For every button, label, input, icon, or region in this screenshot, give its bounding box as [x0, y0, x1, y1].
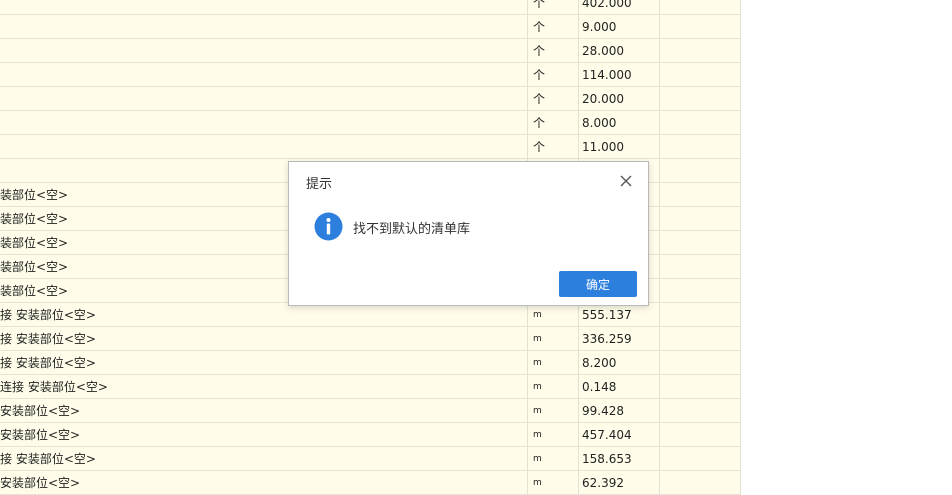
table-row[interactable]: 接 安装部位<空> m 555.137 — [0, 303, 741, 327]
table-row[interactable]: 接 安装部位<空> m 336.259 — [0, 327, 741, 351]
quantity-cell[interactable]: 11.000 — [579, 135, 660, 159]
item-name-cell[interactable]: 接 安装部位<空> — [0, 447, 528, 471]
unit-cell[interactable]: m — [528, 327, 579, 351]
table-row[interactable]: 个 9.000 — [0, 15, 741, 39]
info-icon — [314, 212, 343, 241]
empty-cell[interactable] — [660, 327, 741, 351]
unit-cell[interactable]: 个 — [528, 39, 579, 63]
quantity-cell[interactable]: 20.000 — [579, 87, 660, 111]
empty-cell[interactable] — [660, 87, 741, 111]
empty-cell[interactable] — [660, 159, 741, 183]
empty-cell[interactable] — [660, 135, 741, 159]
item-name-cell[interactable]: 接 安装部位<空> — [0, 351, 528, 375]
unit-cell[interactable]: 个 — [528, 63, 579, 87]
item-name-cell[interactable] — [0, 87, 528, 111]
quantity-cell[interactable]: 336.259 — [579, 327, 660, 351]
table-row[interactable]: 个 114.000 — [0, 63, 741, 87]
quantity-cell[interactable]: 28.000 — [579, 39, 660, 63]
empty-cell[interactable] — [660, 399, 741, 423]
unit-cell[interactable]: m — [528, 423, 579, 447]
empty-cell[interactable] — [660, 471, 741, 495]
item-name-cell[interactable]: 安装部位<空> — [0, 471, 528, 495]
quantity-cell[interactable]: 8.200 — [579, 351, 660, 375]
quantity-cell[interactable]: 8.000 — [579, 111, 660, 135]
table-row[interactable]: 个 11.000 — [0, 135, 741, 159]
message-dialog: 提示 找不到默认的清单库 确定 — [288, 161, 649, 306]
quantity-cell[interactable]: 114.000 — [579, 63, 660, 87]
quantity-cell[interactable]: 62.392 — [579, 471, 660, 495]
table-row[interactable]: 连接 安装部位<空> m 0.148 — [0, 375, 741, 399]
table-row[interactable]: 接 安装部位<空> m 158.653 — [0, 447, 741, 471]
table-row[interactable]: 安装部位<空> m 457.404 — [0, 423, 741, 447]
empty-cell[interactable] — [660, 111, 741, 135]
item-name-cell[interactable] — [0, 39, 528, 63]
quantity-cell[interactable]: 555.137 — [579, 303, 660, 327]
empty-cell[interactable] — [660, 255, 741, 279]
unit-cell[interactable]: 个 — [528, 0, 579, 15]
unit-cell[interactable]: m — [528, 375, 579, 399]
table-row[interactable]: 安装部位<空> m 99.428 — [0, 399, 741, 423]
unit-cell[interactable]: 个 — [528, 15, 579, 39]
table-row[interactable]: 安装部位<空> m 62.392 — [0, 471, 741, 495]
unit-cell[interactable]: m — [528, 399, 579, 423]
empty-cell[interactable] — [660, 39, 741, 63]
quantity-cell[interactable]: 158.653 — [579, 447, 660, 471]
empty-cell[interactable] — [660, 0, 741, 15]
quantity-cell[interactable]: 9.000 — [579, 15, 660, 39]
empty-cell[interactable] — [660, 351, 741, 375]
unit-cell[interactable]: m — [528, 471, 579, 495]
ok-button[interactable]: 确定 — [559, 271, 637, 297]
empty-cell[interactable] — [660, 447, 741, 471]
unit-cell[interactable]: m — [528, 351, 579, 375]
item-name-cell[interactable]: 安装部位<空> — [0, 423, 528, 447]
table-row[interactable]: 接 安装部位<空> m 8.200 — [0, 351, 741, 375]
unit-cell[interactable]: m — [528, 303, 579, 327]
unit-cell[interactable]: 个 — [528, 111, 579, 135]
item-name-cell[interactable]: 接 安装部位<空> — [0, 303, 528, 327]
empty-cell[interactable] — [660, 303, 741, 327]
table-row[interactable]: 个 8.000 — [0, 111, 741, 135]
item-name-cell[interactable]: 连接 安装部位<空> — [0, 375, 528, 399]
unit-cell[interactable]: 个 — [528, 135, 579, 159]
item-name-cell[interactable]: 接 安装部位<空> — [0, 327, 528, 351]
empty-cell[interactable] — [660, 63, 741, 87]
empty-cell[interactable] — [660, 15, 741, 39]
unit-cell[interactable]: 个 — [528, 87, 579, 111]
dialog-title: 提示 — [306, 177, 333, 192]
table-row[interactable]: 个 28.000 — [0, 39, 741, 63]
empty-cell[interactable] — [660, 423, 741, 447]
item-name-cell[interactable] — [0, 135, 528, 159]
item-name-cell[interactable] — [0, 0, 528, 15]
quantity-cell[interactable]: 402.000 — [579, 0, 660, 15]
empty-cell[interactable] — [660, 183, 741, 207]
empty-cell[interactable] — [660, 375, 741, 399]
close-icon[interactable] — [619, 174, 633, 188]
quantity-cell[interactable]: 457.404 — [579, 423, 660, 447]
table-row[interactable]: 个 20.000 — [0, 87, 741, 111]
item-name-cell[interactable] — [0, 111, 528, 135]
unit-cell[interactable]: m — [528, 447, 579, 471]
item-name-cell[interactable] — [0, 63, 528, 87]
item-name-cell[interactable] — [0, 15, 528, 39]
item-name-cell[interactable]: 安装部位<空> — [0, 399, 528, 423]
empty-cell[interactable] — [660, 231, 741, 255]
quantity-cell[interactable]: 99.428 — [579, 399, 660, 423]
empty-cell[interactable] — [660, 207, 741, 231]
table-row[interactable]: 个 402.000 — [0, 0, 741, 15]
empty-cell[interactable] — [660, 279, 741, 303]
dialog-message: 找不到默认的清单库 — [353, 222, 471, 237]
quantity-cell[interactable]: 0.148 — [579, 375, 660, 399]
